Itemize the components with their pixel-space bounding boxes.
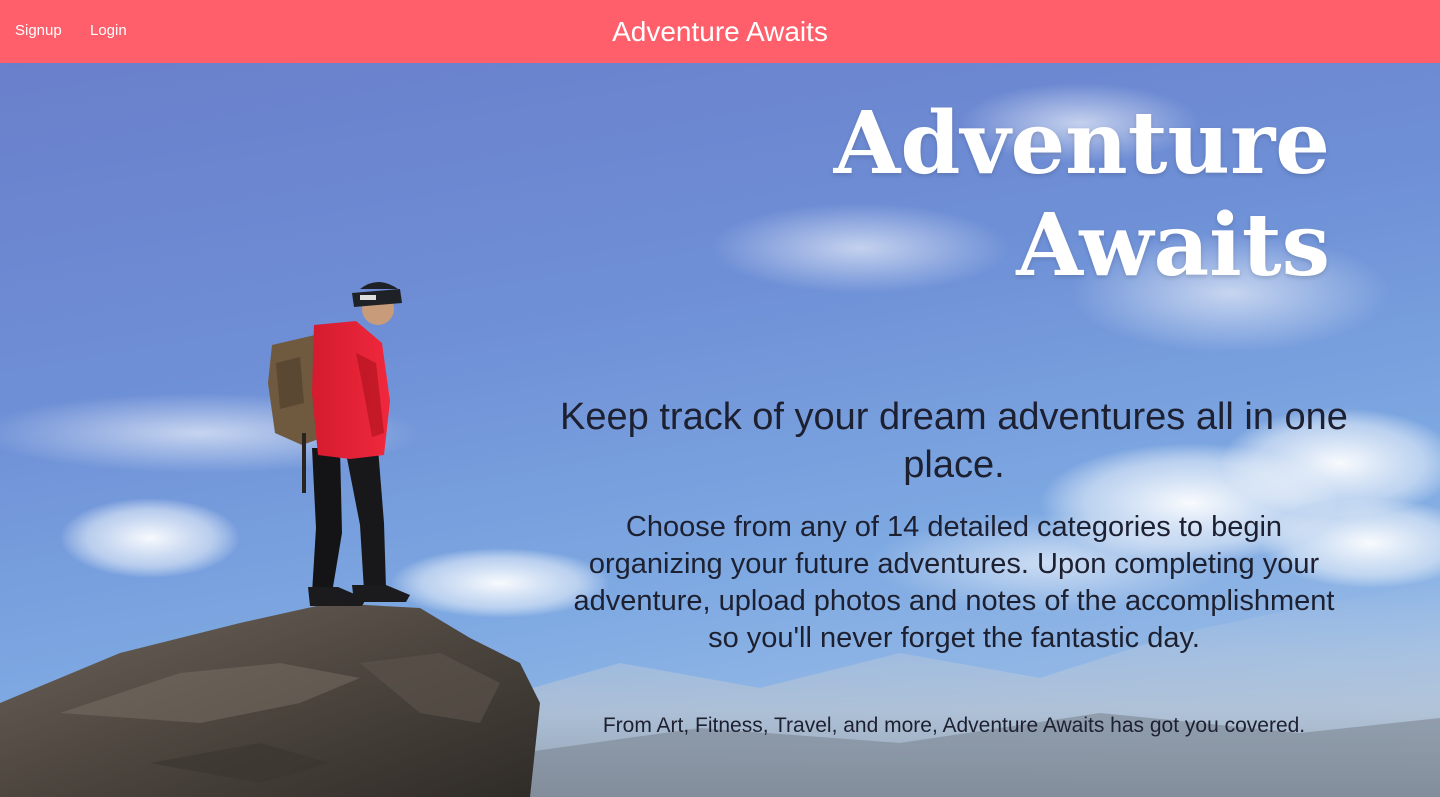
hero-footer-text: From Art, Fitness, Travel, and more, Adv… xyxy=(602,714,1306,737)
hero-description: Choose from any of 14 detailed categorie… xyxy=(573,511,1335,654)
hero-title-line1: Adventure xyxy=(833,93,1330,194)
hero-section: Adventure Awaits Keep track of your drea… xyxy=(0,63,1440,797)
top-navbar: Signup Login Adventure Awaits xyxy=(0,0,1440,63)
hero-title-line2: Awaits xyxy=(1016,195,1330,296)
brand-title: Adventure Awaits xyxy=(612,16,828,47)
hero-title: Adventure Awaits xyxy=(630,93,1330,297)
hero-tagline: Keep track of your dream adventures all … xyxy=(560,396,1348,486)
